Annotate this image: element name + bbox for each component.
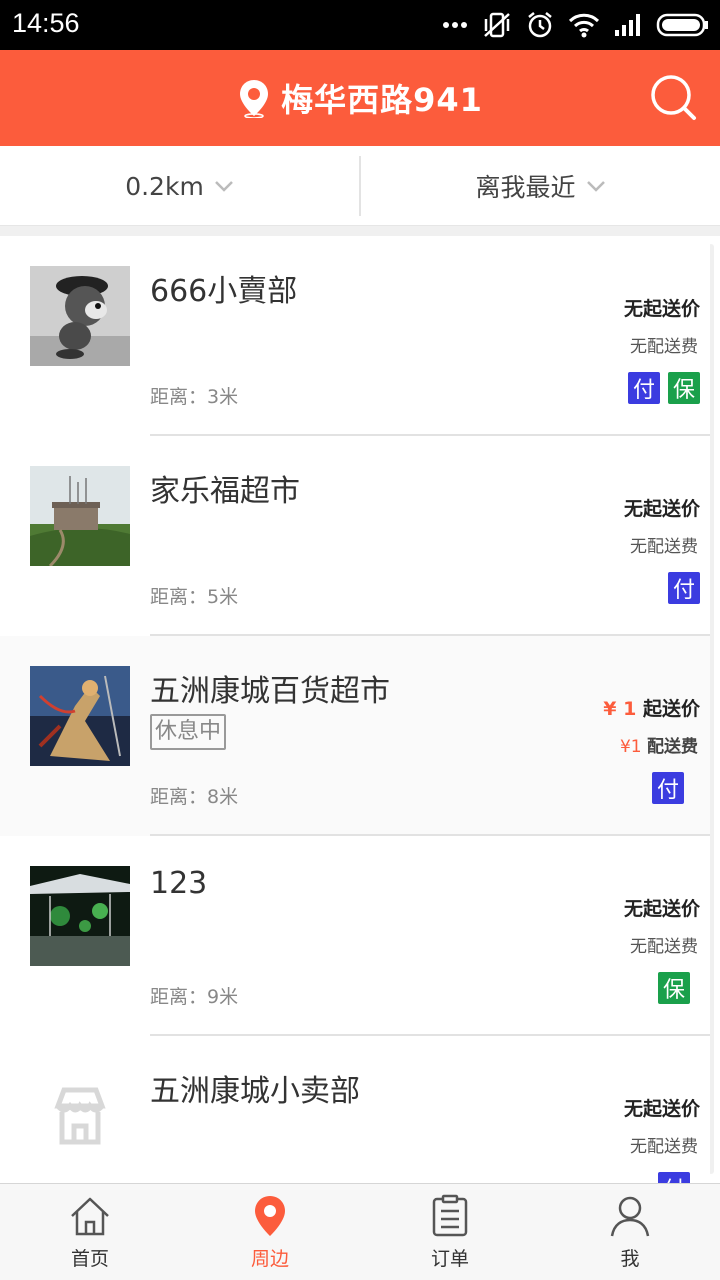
store-row[interactable]: 123 距离：9米 无起送价 无配送费 保 <box>0 836 710 1036</box>
nav-me[interactable]: 我 <box>540 1184 720 1280</box>
store-name: 123 <box>150 866 208 901</box>
nav-nearby-label: 周边 <box>250 1248 289 1270</box>
wifi-icon <box>568 13 600 38</box>
guarantee-badge: 保 <box>658 972 690 1004</box>
store-name: 666小賣部 <box>150 274 298 309</box>
pay-badge: 付 <box>652 772 684 804</box>
store-list[interactable]: 666小賣部 距离：3米 无起送价 无配送费 付 保 家乐福超市 距离：5米 无… <box>0 236 720 1183</box>
min-order-price: ¥ 1 起送价 <box>603 694 700 721</box>
home-icon <box>71 1197 109 1236</box>
store-thumbnail <box>30 1066 130 1166</box>
store-row[interactable]: 五洲康城百货超市 休息中 距离：8米 ¥ 1 起送价 ¥1 配送费 付 <box>0 636 710 836</box>
store-badges: 付 <box>658 1172 690 1183</box>
store-name: 五洲康城百货超市 <box>150 674 390 709</box>
min-order-price: 无起送价 <box>623 498 700 520</box>
nav-home[interactable]: 首页 <box>0 1184 180 1280</box>
nav-home-label: 首页 <box>70 1248 109 1270</box>
alarm-icon <box>528 12 552 38</box>
status-time: 14:56 <box>12 8 80 38</box>
search-icon[interactable] <box>650 74 698 122</box>
store-thumbnail <box>30 866 130 966</box>
order-list-icon <box>432 1194 468 1237</box>
nav-orders-label: 订单 <box>430 1248 469 1270</box>
delivery-fee: 无配送费 <box>630 337 698 357</box>
store-distance: 距离：9米 <box>150 986 239 1008</box>
delivery-fee: 无配送费 <box>630 537 698 557</box>
min-order-suffix: 起送价 <box>642 698 700 720</box>
store-distance: 距离：8米 <box>150 786 239 808</box>
sort-filter-label: 离我最近 <box>475 173 576 202</box>
guarantee-badge: 保 <box>668 372 700 404</box>
store-badges: 保 <box>658 972 690 1004</box>
bottom-nav: 首页 周边 订单 我 <box>0 1183 720 1280</box>
pay-badge: 付 <box>668 572 700 604</box>
delivery-fee: 无配送费 <box>630 937 698 957</box>
pay-badge: 付 <box>658 1172 690 1183</box>
vibrate-off-icon <box>484 12 510 38</box>
store-row[interactable]: 五洲康城小卖部 无起送价 无配送费 付 <box>0 1036 710 1183</box>
store-thumbnail <box>30 466 130 566</box>
store-badges: 付 <box>652 772 684 804</box>
store-thumbnail <box>30 266 130 366</box>
min-order-price: 无起送价 <box>623 298 700 320</box>
delivery-fee: 无配送费 <box>630 1137 698 1157</box>
current-location: 梅华西路941 <box>281 81 483 119</box>
store-name: 五洲康城小卖部 <box>150 1074 360 1109</box>
nav-nearby[interactable]: 周边 <box>180 1184 360 1280</box>
location-pin-icon <box>240 80 269 118</box>
store-badges: 付 保 <box>628 372 700 404</box>
store-name: 家乐福超市 <box>150 474 300 509</box>
min-order-price: 无起送价 <box>623 1098 700 1120</box>
min-order-amount: ¥ 1 <box>603 698 637 720</box>
distance-filter[interactable]: 0.2km <box>0 146 359 226</box>
chevron-down-icon <box>214 181 233 192</box>
status-icons <box>442 10 710 40</box>
more-dots-icon <box>443 22 467 28</box>
nav-orders[interactable]: 订单 <box>360 1184 540 1280</box>
distance-filter-label: 0.2km <box>125 171 204 201</box>
header-bar: 梅华西路941 <box>0 50 720 146</box>
pay-badge: 付 <box>628 372 660 404</box>
user-icon <box>610 1196 650 1237</box>
store-status-badge: 休息中 <box>150 714 227 750</box>
store-distance: 距离：3米 <box>150 386 239 408</box>
delivery-fee: ¥1 配送费 <box>620 732 698 757</box>
delivery-fee-amount: ¥1 <box>619 737 642 757</box>
store-row[interactable]: 666小賣部 距离：3米 无起送价 无配送费 付 保 <box>0 236 710 436</box>
battery-icon <box>656 13 708 37</box>
store-badges: 付 <box>668 572 700 604</box>
filter-bar: 0.2km 离我最近 <box>0 146 720 226</box>
store-thumbnail <box>30 666 130 766</box>
nav-me-label: 我 <box>620 1248 640 1270</box>
chevron-down-icon <box>586 181 605 192</box>
store-row[interactable]: 家乐福超市 距离：5米 无起送价 无配送费 付 <box>0 436 710 636</box>
min-order-price: 无起送价 <box>623 898 700 920</box>
location-selector[interactable]: 梅华西路941 <box>0 50 720 146</box>
delivery-fee-suffix: 配送费 <box>647 737 698 757</box>
signal-icon <box>615 14 640 36</box>
location-pin-icon <box>255 1196 285 1236</box>
store-placeholder-icon <box>30 1066 130 1166</box>
store-distance: 距离：5米 <box>150 586 239 608</box>
status-bar: 14:56 <box>0 0 720 50</box>
sort-filter[interactable]: 离我最近 <box>361 146 720 226</box>
